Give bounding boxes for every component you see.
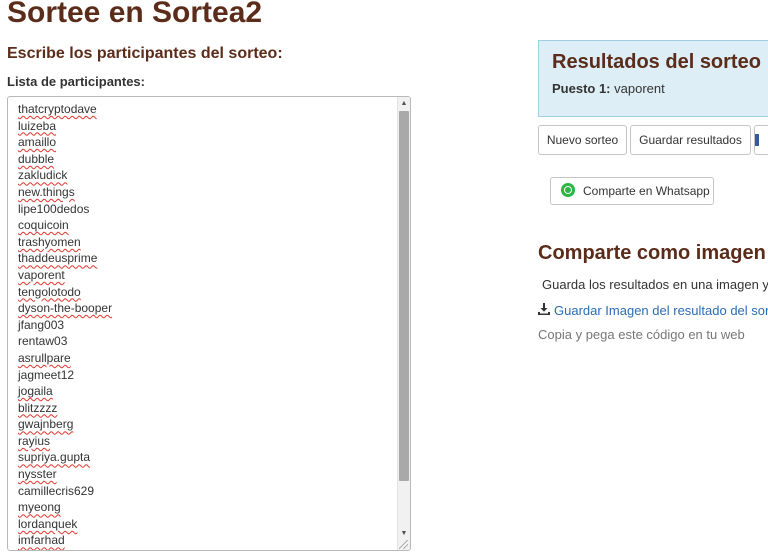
- participant-entry: rayius: [18, 433, 51, 448]
- participant-entry: imfarhad: [18, 533, 65, 548]
- participant-entry: dubble: [18, 151, 55, 166]
- download-icon: [538, 303, 552, 318]
- save-results-button[interactable]: Guardar resultados: [630, 125, 751, 155]
- page-title: Sortee en Sortea2: [7, 0, 263, 29]
- participant-entry: lipe100dedos: [18, 201, 90, 216]
- whatsapp-icon: [561, 183, 575, 197]
- participant-entry: rentaw03: [18, 334, 68, 349]
- participant-entry: myeong: [18, 500, 61, 515]
- participant-entry: camillecris629: [18, 483, 95, 498]
- position-label: Puesto 1:: [552, 81, 611, 96]
- participant-entry: coquicoin: [18, 218, 69, 233]
- scroll-thumb[interactable]: [399, 111, 409, 481]
- scroll-down-icon[interactable]: ▼: [398, 527, 410, 540]
- whatsapp-share-button[interactable]: Comparte en Whatsapp: [550, 177, 714, 205]
- participant-entry: asrullpare: [18, 350, 71, 365]
- participants-list: thatcryptodave luizeba amaillo dubble zaklud…: [18, 101, 112, 549]
- new-draw-button[interactable]: Nuevo sorteo: [538, 125, 627, 155]
- participant-entry: blitzzzz: [18, 400, 58, 415]
- participant-entry: thatcryptodave: [18, 102, 97, 116]
- whatsapp-share-label: Comparte en Whatsapp: [583, 184, 710, 198]
- participant-entry: jfang003: [18, 317, 65, 332]
- winner-line: Puesto 1: vaporent: [552, 81, 665, 96]
- participants-label: Lista de participantes:: [7, 74, 145, 89]
- resize-grip-icon[interactable]: [399, 540, 408, 549]
- results-title: Resultados del sorteo: [552, 51, 761, 73]
- download-image-link[interactable]: Guardar Imagen del resultado del sor: [538, 303, 768, 318]
- embed-code-text: Copia y pega este código en tu web: [538, 327, 745, 342]
- winner-name: vaporent: [614, 81, 665, 96]
- share-image-description: Guarda los resultados en una imagen y: [542, 277, 768, 292]
- participant-entry: luizeba: [18, 118, 57, 133]
- share-image-title: Comparte como imagen: [538, 242, 766, 264]
- participant-entry: jogaila: [18, 384, 53, 399]
- participant-entry: dyson-the-booper: [18, 301, 113, 316]
- facebook-share-button[interactable]: [754, 125, 768, 155]
- participant-entry: amaillo: [18, 135, 57, 150]
- participant-entry: new.things: [18, 184, 75, 199]
- participant-entry: vaporent: [18, 267, 65, 282]
- form-subtitle: Escribe los participantes del sorteo:: [7, 45, 283, 62]
- participant-entry: trashyomen: [18, 234, 81, 249]
- participant-entry: lordanquek: [18, 516, 78, 531]
- participant-entry: tengolotodo: [18, 284, 81, 299]
- participant-entry: zakludick: [18, 168, 68, 183]
- participant-entry: thaddeusprime: [18, 251, 98, 266]
- scroll-up-icon[interactable]: ▲: [398, 97, 410, 110]
- download-link-label: Guardar Imagen del resultado del sor: [554, 303, 768, 318]
- results-panel: Resultados del sorteo Puesto 1: vaporent: [538, 40, 768, 117]
- participant-entry: gwajnberg: [18, 417, 74, 432]
- participants-textarea[interactable]: thatcryptodave luizeba amaillo dubble zaklud…: [7, 96, 411, 551]
- participant-entry: jagmeet12: [18, 367, 75, 382]
- textarea-scrollbar[interactable]: ▲ ▼: [397, 97, 410, 550]
- facebook-icon: [755, 134, 759, 146]
- participant-entry: supriya.gupta: [18, 450, 91, 465]
- participant-entry: nysster: [18, 467, 57, 482]
